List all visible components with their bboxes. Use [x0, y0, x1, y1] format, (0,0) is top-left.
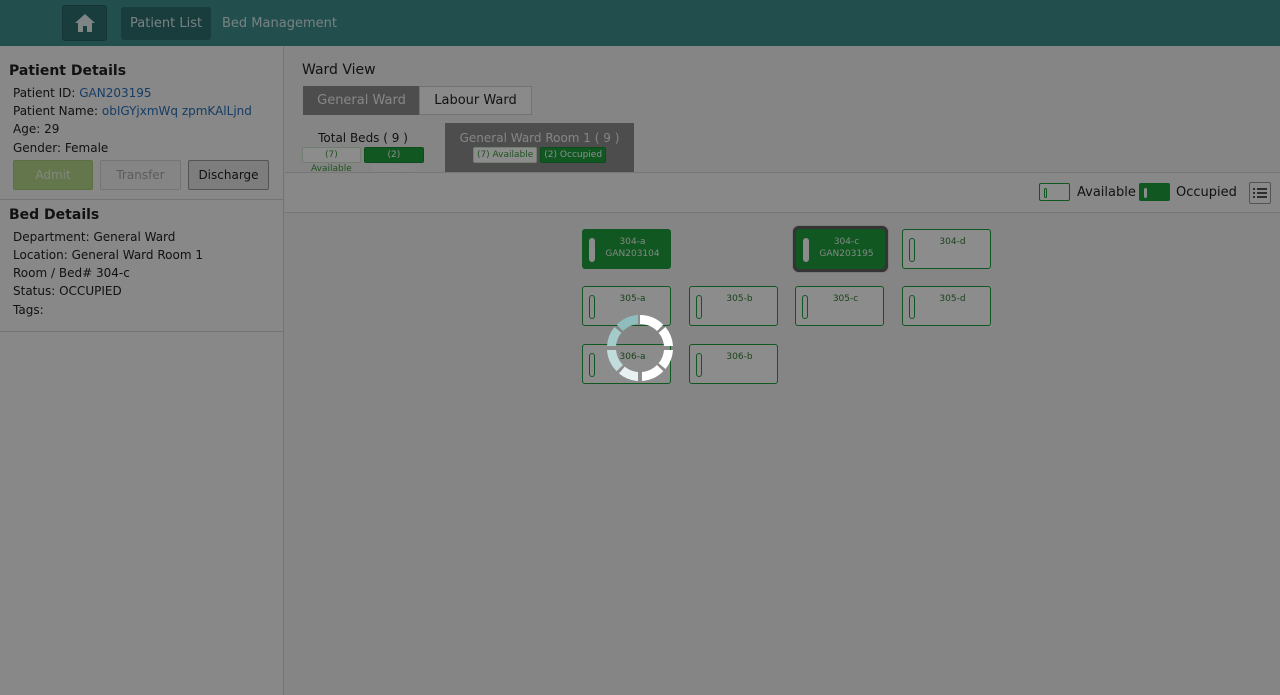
loading-spinner-icon — [607, 315, 673, 381]
